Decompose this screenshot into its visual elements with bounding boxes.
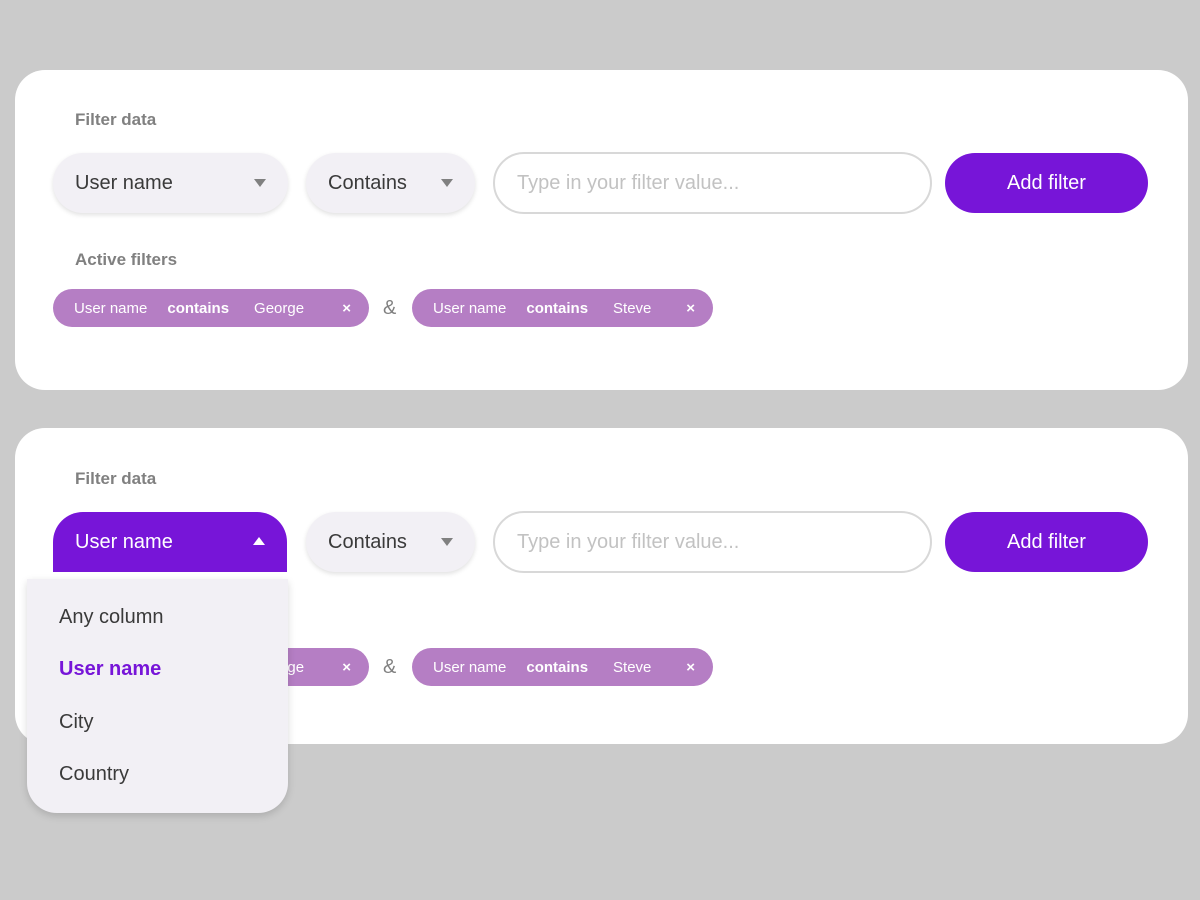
active-filter-chip: User name contains Steve × xyxy=(412,289,713,327)
column-dropdown-menu: Any column User name City Country xyxy=(27,579,288,813)
remove-filter-icon[interactable]: × xyxy=(342,659,351,676)
filter-panel-closed: Filter data User name Contains Add filte… xyxy=(15,70,1188,390)
chip-operator: contains xyxy=(526,299,589,317)
chevron-down-icon xyxy=(254,179,266,187)
chip-column: User name xyxy=(433,299,507,317)
filter-value-input[interactable] xyxy=(493,152,932,214)
chip-operator: contains xyxy=(167,299,230,317)
add-filter-button[interactable]: Add filter xyxy=(945,512,1148,572)
filter-value-input[interactable] xyxy=(493,511,932,573)
chip-value: Steve xyxy=(613,299,652,317)
chip-column: User name xyxy=(74,299,148,317)
column-select[interactable]: User name xyxy=(53,512,287,572)
operator-select-value: Contains xyxy=(328,530,407,553)
operator-select[interactable]: Contains xyxy=(306,512,475,572)
remove-filter-icon[interactable]: × xyxy=(686,300,695,317)
column-select[interactable]: User name xyxy=(53,153,288,213)
column-select-value: User name xyxy=(75,171,173,194)
filter-joiner: & xyxy=(383,297,397,319)
chevron-up-icon xyxy=(253,537,265,545)
filter-joiner: & xyxy=(383,656,397,678)
chip-operator: contains xyxy=(526,658,589,676)
add-filter-button[interactable]: Add filter xyxy=(945,153,1148,213)
active-filter-chip: User name contains Steve × xyxy=(412,648,713,686)
chip-value: George xyxy=(254,299,305,317)
chevron-down-icon xyxy=(441,538,453,546)
remove-filter-icon[interactable]: × xyxy=(342,300,351,317)
chip-column: User name xyxy=(433,658,507,676)
dropdown-option-country[interactable]: Country xyxy=(59,763,129,786)
active-filter-chip: User name contains George × xyxy=(53,289,369,327)
dropdown-option-any-column[interactable]: Any column xyxy=(59,606,164,629)
dropdown-option-city[interactable]: City xyxy=(59,711,93,734)
column-select-value: User name xyxy=(75,530,173,553)
chevron-down-icon xyxy=(441,179,453,187)
chip-value: Steve xyxy=(613,658,652,676)
filter-data-label: Filter data xyxy=(75,110,157,129)
active-filters-label: Active filters xyxy=(75,250,178,269)
operator-select[interactable]: Contains xyxy=(306,153,475,213)
dropdown-option-user-name[interactable]: User name xyxy=(59,658,161,681)
remove-filter-icon[interactable]: × xyxy=(686,659,695,676)
filter-data-label: Filter data xyxy=(75,469,157,488)
operator-select-value: Contains xyxy=(328,171,407,194)
